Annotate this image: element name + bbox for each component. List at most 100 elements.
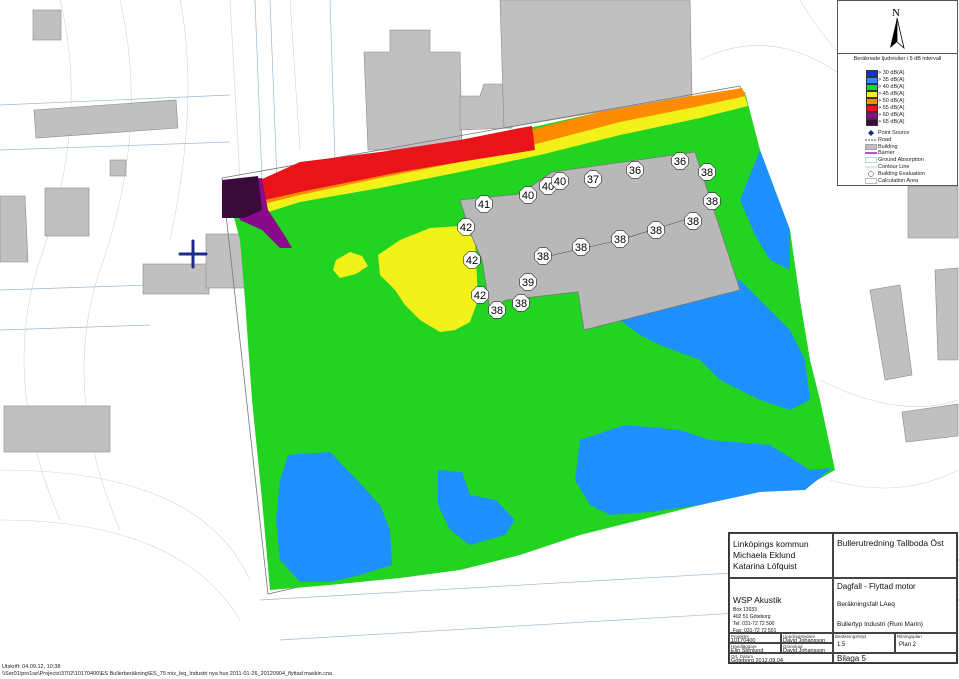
legend-level: > 30 dB(A) xyxy=(866,70,904,77)
svg-text:40: 40 xyxy=(554,176,566,188)
building-icon xyxy=(865,143,877,150)
legend-symbol-label: Ground Absorption xyxy=(878,157,924,164)
svg-text:38: 38 xyxy=(491,305,503,317)
svg-text:N: N xyxy=(892,7,900,19)
phone: Tel: 031-72 72 500 xyxy=(733,621,775,627)
address-2: 402 51 Göteborg xyxy=(733,614,771,620)
svg-text:38: 38 xyxy=(706,196,718,208)
legend-symbol: Building Evaluation xyxy=(868,171,925,177)
legend-level-label: > 50 dB(A) xyxy=(878,98,905,104)
project-title: Bullerutredning Tallboda Öst xyxy=(837,538,944,548)
drawing-title: Dagfall - Flyttad motor xyxy=(837,582,916,591)
title-block: Linköpings kommun Michaela Eklund Katari… xyxy=(728,532,958,664)
legend-level-label: > 65 dB(A) xyxy=(878,119,905,125)
legend-level: > 45 dB(A) xyxy=(866,91,905,98)
building-evaluation-icon xyxy=(865,171,877,177)
road-icon xyxy=(865,137,877,143)
receiver-label: 40 xyxy=(519,186,537,204)
legend-swatch xyxy=(866,84,878,91)
svg-text:42: 42 xyxy=(474,290,486,302)
svg-text:38: 38 xyxy=(614,234,626,246)
contact-1: Michaela Eklund xyxy=(733,550,796,560)
receiver-label: 36 xyxy=(671,152,689,170)
receiver-label: 38 xyxy=(534,247,552,265)
noise-zones xyxy=(222,88,835,590)
calc-case: Beräkningsfall LAeq xyxy=(837,601,895,608)
receiver-label: 38 xyxy=(488,301,506,319)
receiver-label: 42 xyxy=(463,251,481,269)
receiver-label: 38 xyxy=(698,163,716,181)
svg-text:38: 38 xyxy=(701,167,713,179)
client-name: Linköpings kommun xyxy=(733,539,809,549)
receiver-label: 38 xyxy=(512,294,530,312)
appendix-label: Bilaga 5 xyxy=(837,654,866,663)
legend-symbol: Barrier xyxy=(865,150,895,157)
receiver-label: 38 xyxy=(684,212,702,230)
north-arrow-icon: N xyxy=(890,7,905,50)
legend-title: Beräknade ljudnivåer i 5 dB intervall xyxy=(853,56,942,62)
barrier-icon xyxy=(865,150,877,156)
zone-65 xyxy=(222,176,262,218)
date: Göteborg 2012.09.04 xyxy=(731,658,783,664)
ground-absorption-icon xyxy=(865,157,877,163)
legend-swatch xyxy=(866,119,878,126)
address-1: Box 13033 xyxy=(733,607,757,613)
svg-text:40: 40 xyxy=(522,190,534,202)
noise-type: Bullertyp Industri (Runi Marin) xyxy=(837,621,923,628)
legend-panel: N Beräknade ljudnivåer i 5 dB intervall … xyxy=(837,0,958,186)
legend-swatch xyxy=(866,70,878,77)
print-timestamp: Utskrift: 04.09.12, 10:38 xyxy=(2,664,61,670)
receiver-label: 39 xyxy=(519,273,537,291)
receiver-label: 36 xyxy=(626,161,644,179)
company-name: WSP Akustik xyxy=(733,595,782,605)
legend-level: > 40 dB(A) xyxy=(866,84,905,91)
legend-level-label: > 40 dB(A) xyxy=(878,84,905,90)
legend-symbol: Calculation Area xyxy=(865,177,919,184)
svg-text:38: 38 xyxy=(687,216,699,228)
svg-text:38: 38 xyxy=(650,225,662,237)
legend-level: > 65 dB(A) xyxy=(866,119,905,126)
legend-level: > 50 dB(A) xyxy=(866,98,905,105)
legend-swatch xyxy=(866,91,878,98)
receiver-label: 40 xyxy=(551,172,569,190)
file-path: \\Ser01\pro1se\Projects\3702\10170400\ES… xyxy=(2,671,333,677)
legend-symbol-label: Road xyxy=(878,136,892,143)
receiver-label: 38 xyxy=(611,230,629,248)
label-calc-height: Beräkningshöjd xyxy=(835,634,867,639)
legend-level-label: > 45 dB(A) xyxy=(878,91,905,97)
legend-symbol: Ground Absorption xyxy=(865,157,924,164)
svg-text:41: 41 xyxy=(478,199,490,211)
svg-text:36: 36 xyxy=(674,156,686,168)
legend-level: > 35 dB(A) xyxy=(866,77,905,84)
svg-text:39: 39 xyxy=(522,277,534,289)
legend-swatch xyxy=(866,105,878,112)
point-source-icon xyxy=(178,239,208,269)
contact-2: Katarina Löfquist xyxy=(733,561,797,571)
legend-symbol: Road xyxy=(865,136,892,143)
svg-text:38: 38 xyxy=(575,242,587,254)
legend-symbol-label: Point Source xyxy=(878,130,910,136)
label-plan: Ritningsplan xyxy=(897,634,922,639)
legend-level-label: > 60 dB(A) xyxy=(878,112,905,118)
receiver-label: 38 xyxy=(647,221,665,239)
receiver-label: 37 xyxy=(584,170,602,188)
svg-text:38: 38 xyxy=(537,251,549,263)
calc-height: 1.5 xyxy=(837,642,846,648)
point-source-icon xyxy=(865,130,877,136)
legend-symbol-label: Contour Line xyxy=(878,164,910,170)
legend-level-label: > 35 dB(A) xyxy=(878,77,905,83)
footer: Utskrift: 04.09.12, 10:38 \\Ser01\pro1se… xyxy=(2,664,332,678)
contour-line-icon xyxy=(865,164,877,170)
legend-symbol-label: Calculation Area xyxy=(878,177,919,184)
north-arrow: N xyxy=(838,1,957,54)
svg-text:36: 36 xyxy=(629,165,641,177)
legend-symbol: Point Source xyxy=(868,130,910,136)
legend-symbol-label: Barrier xyxy=(878,150,895,157)
legend-level: > 55 dB(A) xyxy=(866,105,905,112)
legend-symbol: Contour Line xyxy=(865,164,910,170)
legend-level-label: > 55 dB(A) xyxy=(878,105,905,111)
legend-swatch xyxy=(866,112,878,119)
legend-symbol: Building xyxy=(865,144,898,150)
svg-text:37: 37 xyxy=(587,174,599,186)
receiver-label: 42 xyxy=(457,218,475,236)
